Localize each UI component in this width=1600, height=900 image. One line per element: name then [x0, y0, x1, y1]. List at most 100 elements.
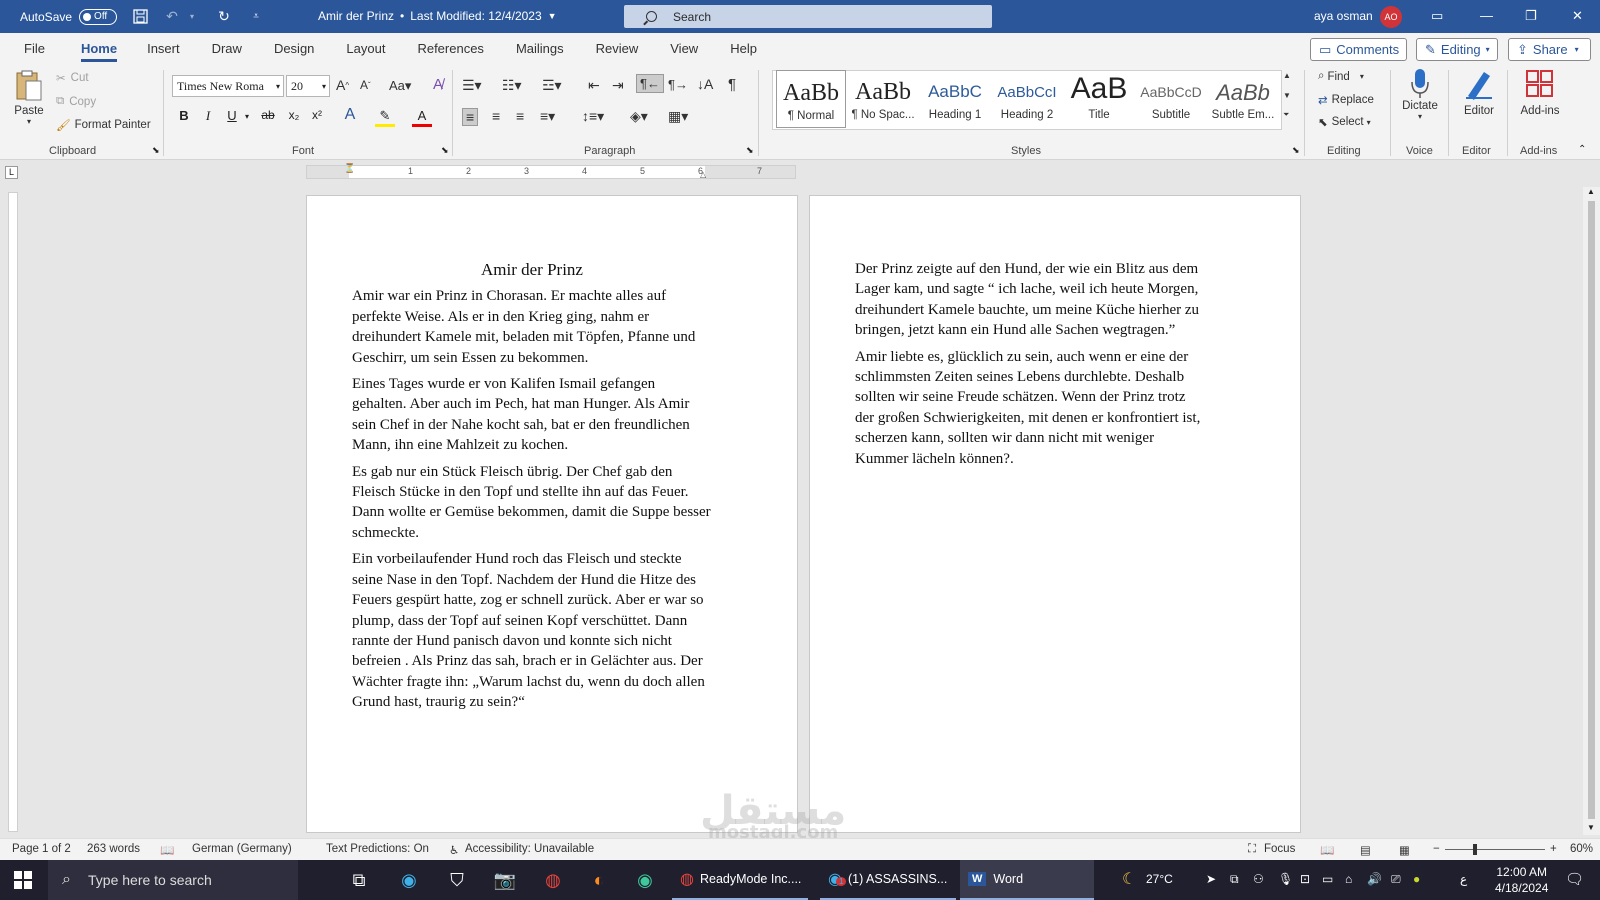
- tab-file[interactable]: File: [12, 33, 57, 64]
- customize-toolbar-icon[interactable]: ⩡: [247, 8, 265, 26]
- document-heading[interactable]: Amir der Prinz: [352, 260, 712, 280]
- paragraph[interactable]: Es gab nur ein Stück Fleisch übrig. Der …: [352, 462, 712, 544]
- dictate-button[interactable]: Dictate ▾: [1398, 68, 1442, 121]
- network-icon[interactable]: ⌂: [1345, 872, 1352, 886]
- dialog-launcher-icon[interactable]: ⬊: [1292, 145, 1300, 156]
- word-count[interactable]: 263 words: [87, 843, 140, 855]
- text-predictions[interactable]: Text Predictions: On: [326, 843, 429, 855]
- find-button[interactable]: ⌕ Find ▾: [1318, 70, 1364, 83]
- accessibility-status[interactable]: Accessibility: Unavailable: [465, 843, 594, 855]
- page-count[interactable]: Page 1 of 2: [12, 843, 71, 855]
- style-heading-1[interactable]: AaBbC Heading 1: [920, 70, 990, 128]
- edge-icon[interactable]: ◉: [394, 865, 424, 895]
- document-page-2[interactable]: Der Prinz zeigte auf den Hund, der wie e…: [809, 195, 1301, 833]
- highlight-color-icon[interactable]: ✎: [375, 108, 395, 127]
- tab-references[interactable]: References: [405, 33, 495, 64]
- cut-button[interactable]: ✂ Cut: [56, 71, 89, 85]
- windows-start-icon[interactable]: [14, 871, 32, 889]
- task-view-icon[interactable]: ⧉: [344, 865, 374, 895]
- grow-font-icon[interactable]: A ^: [336, 77, 349, 93]
- tab-home[interactable]: Home: [69, 33, 129, 64]
- clear-formatting-icon[interactable]: A̸: [433, 76, 443, 93]
- tab-selector-icon[interactable]: L: [5, 166, 18, 179]
- paragraph[interactable]: Amir war ein Prinz in Chorasan. Er macht…: [352, 286, 712, 368]
- notifications-icon[interactable]: 🗨: [1565, 870, 1584, 888]
- print-layout-icon[interactable]: ▤: [1360, 843, 1371, 857]
- taskbar-window-word[interactable]: W Word: [960, 860, 1094, 900]
- taskbar-search[interactable]: ⌕ Type here to search: [48, 860, 298, 900]
- copy-tray-icon[interactable]: ⧉: [1230, 872, 1239, 887]
- paragraph[interactable]: Eines Tages wurde er von Kalifen Ismail …: [352, 374, 712, 456]
- vertical-scrollbar[interactable]: ▲ ▼: [1583, 187, 1600, 835]
- document-page-1[interactable]: Amir der Prinz Amir war ein Prinz in Cho…: [306, 195, 798, 833]
- taskbar-window-assassins[interactable]: ◉ 1 (1) ASSASSINS...: [820, 860, 956, 900]
- change-case-icon[interactable]: Aa▾: [389, 78, 411, 94]
- decrease-indent-icon[interactable]: ⇤: [588, 77, 600, 94]
- minimize-icon[interactable]: —: [1480, 8, 1493, 23]
- display-icon[interactable]: ▭: [1322, 872, 1333, 886]
- superscript-button[interactable]: x²: [307, 108, 327, 122]
- style-normal[interactable]: AaBb ¶ Normal: [776, 70, 846, 128]
- zoom-in-icon[interactable]: +: [1550, 843, 1557, 855]
- editor-button[interactable]: Editor: [1457, 68, 1501, 117]
- taskbar-clock[interactable]: 12:00 AM 4/18/2024: [1495, 864, 1548, 896]
- status-dot-icon[interactable]: ●: [1413, 872, 1420, 886]
- style-subtle-emphasis[interactable]: AaBb Subtle Em...: [1208, 70, 1278, 128]
- styles-scroll-down-icon[interactable]: ▼: [1283, 91, 1291, 100]
- shading-icon[interactable]: ◈▾: [630, 108, 648, 125]
- line-spacing-icon[interactable]: ↕≡▾: [582, 108, 604, 125]
- bold-button[interactable]: B: [174, 108, 194, 123]
- user-name[interactable]: aya osman: [1314, 9, 1373, 23]
- align-right-icon[interactable]: ≡: [516, 108, 524, 124]
- align-left-icon[interactable]: ≡: [462, 108, 479, 126]
- increase-indent-icon[interactable]: ⇥: [612, 77, 624, 94]
- horizontal-ruler[interactable]: 1 2 3 4 5 6 7 ⏳ △: [306, 163, 796, 179]
- scroll-down-icon[interactable]: ▼: [1587, 823, 1595, 832]
- multilevel-list-icon[interactable]: ☲▾: [542, 77, 562, 94]
- comments-button[interactable]: ▭ Comments: [1310, 38, 1407, 61]
- zoom-out-icon[interactable]: −: [1433, 843, 1440, 855]
- style-title[interactable]: AaB Title: [1064, 70, 1134, 128]
- collapse-ribbon-icon[interactable]: ⌃: [1578, 144, 1586, 155]
- rtl-icon[interactable]: ¶←: [636, 74, 664, 93]
- subscript-button[interactable]: x₂: [284, 108, 304, 122]
- strikethrough-button[interactable]: ab: [258, 108, 278, 122]
- security-icon[interactable]: ⛉: [442, 865, 472, 895]
- justify-icon[interactable]: ≡▾: [540, 108, 555, 125]
- ltr-icon[interactable]: ¶→: [668, 77, 688, 92]
- save-icon[interactable]: [131, 8, 149, 26]
- close-icon[interactable]: ✕: [1572, 8, 1583, 24]
- avatar[interactable]: AO: [1380, 6, 1402, 28]
- weather-icon[interactable]: ☾: [1122, 869, 1136, 889]
- camera-icon[interactable]: 📷: [490, 865, 520, 895]
- paragraph[interactable]: Ein vorbeilaufender Hund roch das Fleisc…: [352, 549, 707, 712]
- scroll-up-icon[interactable]: ▲: [1587, 187, 1595, 196]
- sort-icon[interactable]: ↓A: [697, 76, 713, 92]
- right-indent-marker-icon[interactable]: △: [700, 170, 706, 179]
- share-button[interactable]: ⇪ Share ▾: [1508, 38, 1591, 61]
- language-indicator[interactable]: ع: [1460, 872, 1467, 886]
- autosave-control[interactable]: AutoSave Off: [20, 8, 118, 25]
- people-icon[interactable]: ⚇: [1253, 872, 1264, 886]
- send-icon[interactable]: ➤: [1206, 872, 1216, 886]
- edge-dev-icon[interactable]: ◉: [630, 865, 660, 895]
- replace-button[interactable]: ⇄ Replace: [1318, 93, 1374, 107]
- styles-scroll-up-icon[interactable]: ▲: [1283, 71, 1291, 80]
- zoom-level[interactable]: 60%: [1570, 843, 1593, 855]
- shrink-font-icon[interactable]: Aˇ: [360, 78, 371, 92]
- undo-icon[interactable]: ↶: [163, 8, 181, 26]
- bullets-icon[interactable]: ☰▾: [462, 77, 482, 94]
- style-no-spacing[interactable]: AaBb ¶ No Spac...: [848, 70, 918, 128]
- italic-button[interactable]: I: [198, 108, 218, 124]
- copy-button[interactable]: ⧉ Copy: [56, 95, 96, 108]
- dialog-launcher-icon[interactable]: ⬊: [746, 145, 754, 156]
- select-button[interactable]: ⬉ Select ▾: [1318, 115, 1371, 129]
- tab-draw[interactable]: Draw: [200, 33, 254, 64]
- focus-button[interactable]: Focus: [1264, 843, 1295, 855]
- taskbar-window-readymode[interactable]: ◍ ReadyMode Inc....: [672, 860, 808, 900]
- scroll-thumb[interactable]: [1588, 201, 1595, 819]
- tab-design[interactable]: Design: [262, 33, 326, 64]
- read-mode-icon[interactable]: 📖: [1320, 843, 1334, 857]
- meet-icon[interactable]: ⊡: [1300, 872, 1310, 886]
- firefox-icon[interactable]: ◐: [584, 865, 614, 895]
